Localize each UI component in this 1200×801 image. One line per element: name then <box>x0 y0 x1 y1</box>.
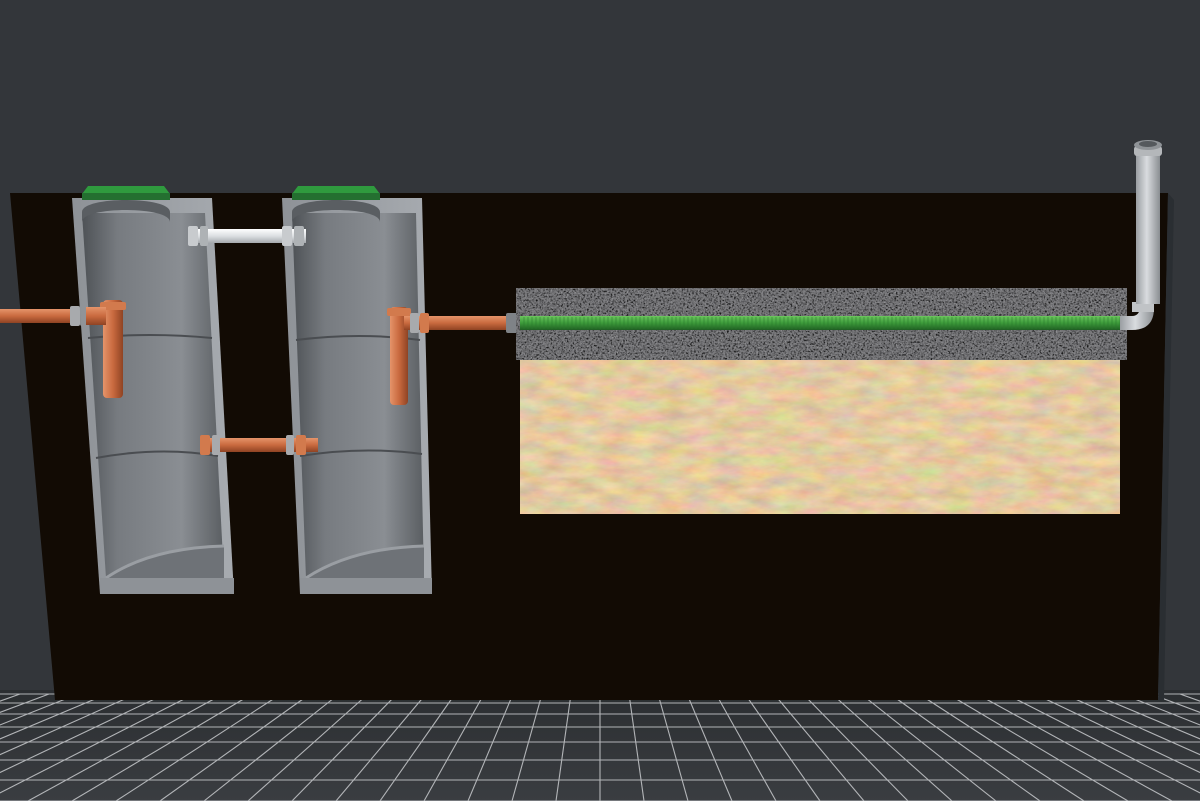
drain-pipe <box>520 316 1126 330</box>
tank-1 <box>72 186 234 594</box>
outlet-pipe <box>404 313 520 333</box>
inlet-pipe <box>0 306 92 326</box>
tank-2-lid <box>292 186 380 200</box>
tank-2 <box>282 186 432 594</box>
floor-grid <box>0 690 1200 801</box>
overflow-pipe-top <box>188 226 306 246</box>
tank-1-lid <box>82 186 170 200</box>
sand-bed <box>520 360 1120 514</box>
overflow-pipe-bottom <box>200 435 318 455</box>
septic-system-scene <box>0 0 1200 801</box>
